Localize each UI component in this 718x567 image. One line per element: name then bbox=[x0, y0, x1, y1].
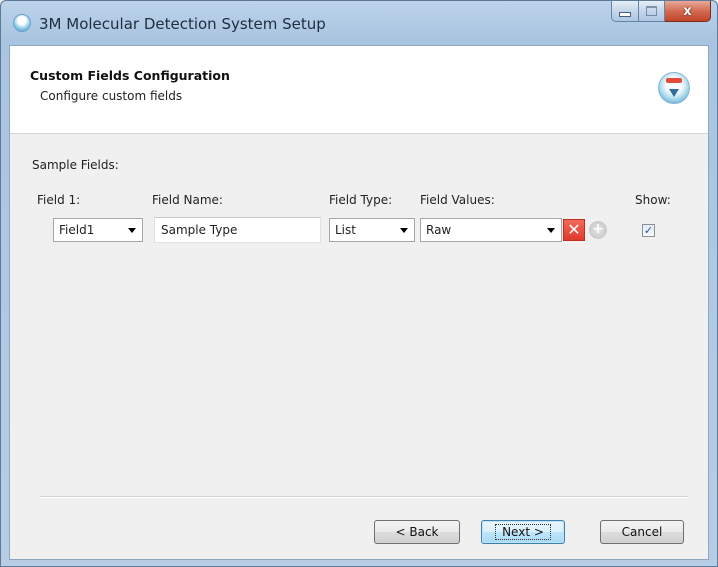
cancel-button[interactable]: Cancel bbox=[600, 520, 684, 544]
download-arrow-icon bbox=[669, 89, 679, 97]
title-bar[interactable]: 3M Molecular Detection System Setup x bbox=[1, 1, 717, 45]
chevron-down-icon bbox=[547, 228, 555, 233]
next-button[interactable]: Next > bbox=[481, 520, 565, 544]
field-type-column-header: Field Type: bbox=[329, 193, 393, 207]
field-name-column-header: Field Name: bbox=[152, 193, 223, 207]
field-type-select-value: List bbox=[335, 223, 356, 237]
chevron-down-icon bbox=[128, 228, 136, 233]
page-subtitle: Configure custom fields bbox=[40, 89, 183, 103]
show-checkbox[interactable]: ✓ bbox=[642, 224, 655, 237]
delete-icon: ✕ bbox=[567, 220, 581, 239]
field-name-input[interactable] bbox=[154, 217, 321, 243]
field-values-select[interactable]: Raw bbox=[420, 218, 562, 242]
back-button[interactable]: < Back bbox=[374, 520, 460, 544]
back-button-label: < Back bbox=[395, 525, 439, 539]
field-name-text[interactable] bbox=[155, 218, 320, 242]
setup-logo-icon bbox=[658, 72, 690, 104]
add-icon: + bbox=[592, 221, 604, 237]
maximize-icon bbox=[646, 6, 657, 16]
minimize-button[interactable] bbox=[611, 1, 639, 22]
field-select[interactable]: Field1 bbox=[53, 218, 143, 242]
cancel-button-label: Cancel bbox=[621, 525, 663, 539]
setup-window: 3M Molecular Detection System Setup x Cu… bbox=[0, 0, 718, 567]
field-type-select[interactable]: List bbox=[329, 218, 415, 242]
delete-value-button[interactable]: ✕ bbox=[563, 219, 585, 241]
page-title: Custom Fields Configuration bbox=[30, 68, 230, 83]
show-column-header: Show: bbox=[635, 193, 671, 207]
wizard-body: Custom Fields Configuration Configure cu… bbox=[9, 45, 709, 560]
field-select-value: Field1 bbox=[59, 223, 95, 237]
sample-fields-label: Sample Fields: bbox=[32, 158, 119, 172]
close-icon: x bbox=[683, 3, 692, 19]
chevron-down-icon bbox=[400, 228, 408, 233]
field-column-header: Field 1: bbox=[37, 193, 81, 207]
field-values-column-header: Field Values: bbox=[420, 193, 495, 207]
checkmark-icon: ✓ bbox=[643, 224, 654, 237]
app-icon bbox=[13, 14, 31, 32]
add-value-button[interactable]: + bbox=[589, 221, 607, 239]
minimize-icon bbox=[619, 12, 631, 17]
maximize-button[interactable] bbox=[639, 1, 665, 22]
close-button[interactable]: x bbox=[665, 1, 711, 22]
footer-divider bbox=[40, 496, 688, 498]
logo-band bbox=[666, 78, 682, 83]
window-title: 3M Molecular Detection System Setup bbox=[39, 15, 326, 33]
wizard-header: Custom Fields Configuration Configure cu… bbox=[10, 46, 708, 134]
caption-buttons: x bbox=[611, 1, 711, 23]
next-button-label: Next > bbox=[495, 524, 551, 540]
field-values-select-value: Raw bbox=[426, 223, 452, 237]
